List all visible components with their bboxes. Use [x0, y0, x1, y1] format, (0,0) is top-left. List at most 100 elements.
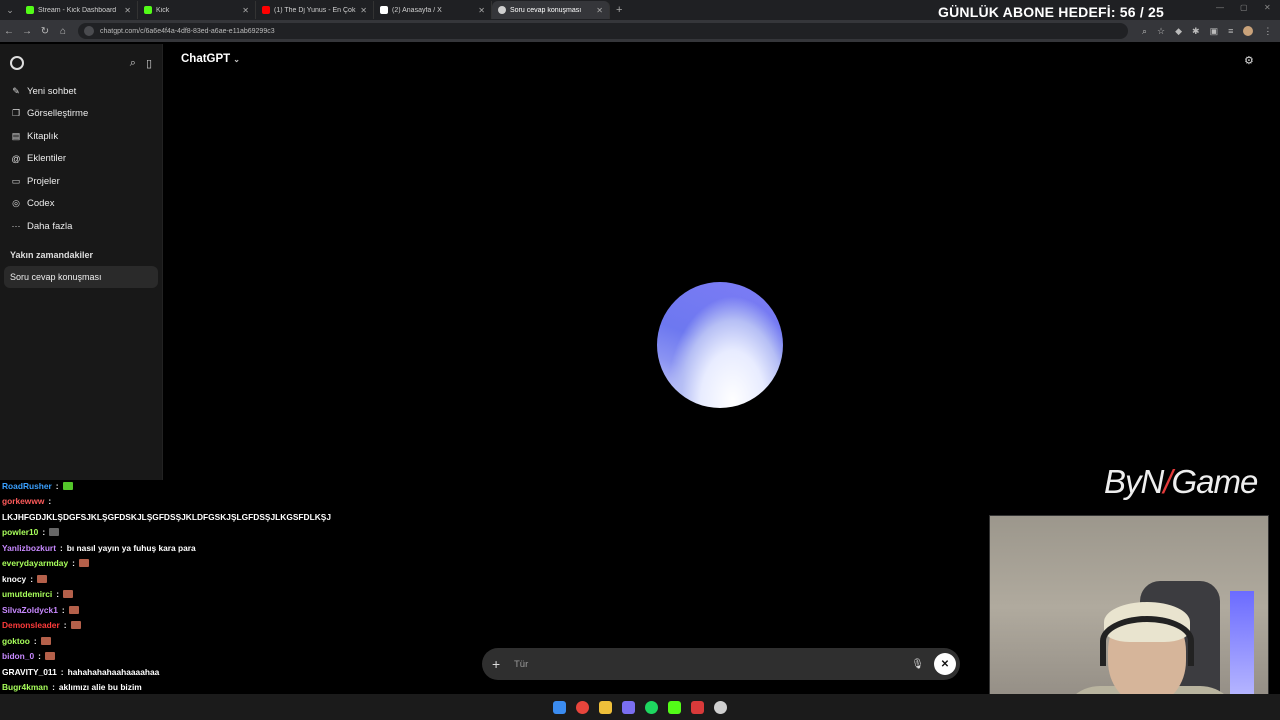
chrome-icon[interactable]: [576, 700, 589, 714]
close-icon[interactable]: ✕: [242, 6, 249, 15]
model-selector[interactable]: ChatGPT ⌄: [181, 53, 240, 65]
chat-message: gorkewww:: [2, 494, 332, 510]
sidebar-item-codex[interactable]: ◎ Codex: [0, 193, 162, 216]
browser-tab[interactable]: (2) Anasayfa / X ✕: [374, 1, 492, 19]
chat-separator: :: [52, 682, 55, 693]
url-field[interactable]: chatgpt.com/c/6a6e4f4a-4df8-83ed-a6ae-e1…: [78, 23, 1128, 39]
chat-username[interactable]: gorkewww: [2, 496, 44, 506]
chat-text: bı nasıl yayın ya fuhuş kara para: [66, 542, 196, 553]
tab-title: (1) The Dj Yunus - En Çok Dinle: [274, 6, 356, 14]
sidebar-item-projects[interactable]: ▭ Projeler: [0, 170, 162, 193]
close-icon[interactable]: ✕: [124, 6, 131, 15]
chat-separator: :: [48, 496, 52, 507]
forward-icon[interactable]: →: [18, 26, 36, 37]
extension-icon[interactable]: ◆: [1175, 26, 1182, 37]
chat-username[interactable]: goktoo: [2, 636, 30, 646]
chat-username[interactable]: Yanlizbozkurt: [2, 543, 56, 553]
browser-tab[interactable]: Stream - Kick Dashboard ✕: [20, 1, 138, 19]
zoom-icon[interactable]: ⌕: [1142, 26, 1147, 37]
sidebar-toggle-icon[interactable]: ▯: [146, 57, 152, 70]
library-icon: ▤: [11, 130, 21, 141]
folder-icon: ▭: [11, 175, 21, 186]
puzzle-icon[interactable]: ▣: [1210, 26, 1219, 37]
spotify-icon[interactable]: [645, 700, 658, 714]
sidebar-item-more[interactable]: ··· Daha fazla: [0, 215, 162, 238]
start-icon[interactable]: [553, 700, 566, 714]
kick-app-icon[interactable]: [668, 700, 681, 714]
close-icon[interactable]: ✕: [478, 6, 485, 15]
plus-icon[interactable]: +: [492, 656, 508, 672]
chat-username[interactable]: RoadRusher: [2, 481, 52, 491]
chat-username[interactable]: Demonsleader: [2, 620, 60, 630]
emote-icon: [49, 528, 60, 537]
sidebar-item-images[interactable]: ❐ Görselleştirme: [0, 103, 162, 126]
chat-username[interactable]: Bugr4kman: [2, 682, 48, 692]
file-explorer-icon[interactable]: [599, 700, 612, 714]
tab-title: Soru cevap konuşması: [510, 6, 582, 14]
x-icon: [380, 6, 388, 14]
emote-icon: [62, 481, 73, 490]
emote-icon: [63, 590, 74, 599]
message-input[interactable]: [514, 658, 912, 670]
chat-username[interactable]: SilvaZoldyck1: [2, 605, 58, 615]
chatgpt-app-icon[interactable]: [714, 700, 727, 714]
chat-separator: :: [33, 635, 37, 646]
image-icon: ❐: [11, 108, 21, 119]
close-icon[interactable]: ✕: [596, 6, 603, 15]
channel-logo: ByN/Game: [1104, 463, 1258, 500]
tab-title: (2) Anasayfa / X: [392, 6, 442, 14]
sidebar-item-label: Daha fazla: [27, 220, 73, 232]
sidebar-item-label: Codex: [27, 198, 55, 210]
recent-chat-label: Soru cevap konuşması: [10, 271, 102, 282]
browser-tab-active[interactable]: Soru cevap konuşması ✕: [492, 1, 610, 19]
sidebar-item-new-chat[interactable]: ✎ Yeni sohbet: [0, 80, 162, 103]
bookmark-star-icon[interactable]: ☆: [1157, 26, 1165, 37]
xsplit-icon[interactable]: [691, 700, 704, 714]
recent-chat-item[interactable]: Soru cevap konuşması: [4, 265, 158, 288]
maximize-icon[interactable]: ▢: [1240, 3, 1248, 12]
new-tab-icon[interactable]: +: [610, 4, 628, 16]
sidebar-item-library[interactable]: ▤ Kitaplık: [0, 125, 162, 148]
chat-username[interactable]: GRAVITY_011: [2, 667, 57, 677]
chat-message: Demonsleader:: [2, 618, 332, 634]
chat-message: RoadRusher:: [2, 478, 332, 494]
close-window-icon[interactable]: ✕: [1264, 3, 1271, 12]
browser-tab[interactable]: (1) The Dj Yunus - En Çok Dinle ✕: [256, 1, 374, 19]
chat-message: goktoo:: [2, 633, 332, 649]
search-icon[interactable]: ⌕: [130, 57, 136, 70]
close-icon[interactable]: ✕: [360, 6, 367, 15]
browser-tab[interactable]: Kick ✕: [138, 1, 256, 19]
more-icon: ···: [11, 221, 21, 232]
model-name: ChatGPT: [181, 53, 231, 65]
chat-separator: :: [60, 666, 64, 677]
minimize-icon[interactable]: —: [1216, 3, 1224, 12]
profile-avatar[interactable]: [1243, 25, 1254, 36]
tab-search-icon[interactable]: ⌄: [0, 0, 20, 20]
reload-icon[interactable]: ↻: [36, 26, 54, 37]
extension-icon[interactable]: ✱: [1192, 26, 1200, 37]
kebab-menu-icon[interactable]: ⋮: [1263, 26, 1272, 37]
chat-username[interactable]: everydayarmday: [2, 558, 68, 568]
discord-icon[interactable]: [622, 700, 635, 714]
openai-logo-icon[interactable]: [10, 56, 24, 70]
chat-separator: :: [59, 542, 63, 553]
sidebar-item-label: Projeler: [27, 175, 60, 187]
microphone-icon[interactable]: 🎙: [911, 659, 924, 670]
url-text: chatgpt.com/c/6a6e4f4a-4df8-83ed-a6ae-e1…: [100, 27, 275, 35]
home-icon[interactable]: ⌂: [54, 26, 72, 37]
chat-username[interactable]: bidon_0: [2, 651, 34, 661]
chat-message: bidon_0:: [2, 649, 332, 665]
chat-username[interactable]: umutdemirci: [2, 589, 52, 599]
back-icon[interactable]: ←: [0, 26, 18, 37]
sidebar-item-plugins[interactable]: @ Eklentiler: [0, 148, 162, 171]
chat-username[interactable]: knocy: [2, 574, 26, 584]
chat-separator: :: [72, 558, 75, 569]
menu-icon[interactable]: ≡: [1228, 26, 1233, 37]
site-info-icon[interactable]: [84, 26, 94, 36]
webcam-feed: [989, 515, 1269, 720]
end-voice-button[interactable]: ✕: [934, 653, 956, 675]
chat-separator: :: [42, 527, 46, 538]
chat-username[interactable]: powler10: [2, 527, 38, 537]
voice-settings-icon[interactable]: ⚙: [1244, 54, 1254, 67]
led-light: [1230, 591, 1254, 701]
